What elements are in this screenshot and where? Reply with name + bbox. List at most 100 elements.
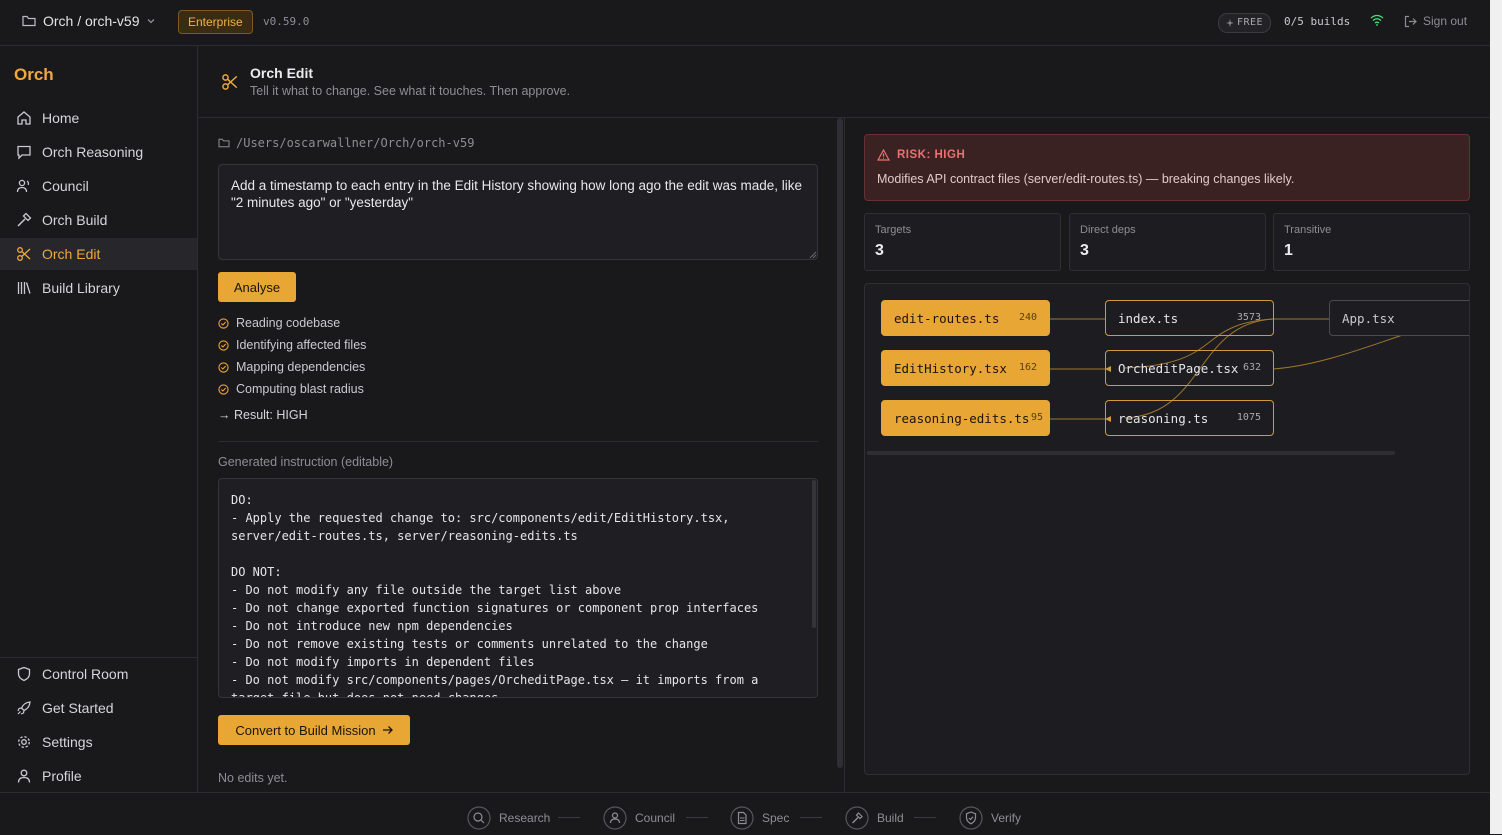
analysis-step: Reading codebase (218, 316, 340, 330)
project-path: /Users/oscarwallner/Orch/orch-v59 (218, 136, 474, 150)
sidebar-item-get-started[interactable]: Get Started (0, 692, 197, 724)
risk-level: RISK: HIGH (897, 149, 966, 161)
node-count: 1075 (1236, 412, 1261, 423)
page-title: Orch Edit (250, 65, 314, 81)
check-circle-icon (218, 317, 229, 329)
graph-node-target[interactable]: reasoning-edits.ts 95 (881, 400, 1050, 436)
sign-out-button[interactable]: Sign out (1404, 14, 1467, 28)
chat-icon (16, 144, 32, 160)
plan-badge: Enterprise (178, 10, 253, 34)
edit-history-empty: No edits yet. (218, 771, 288, 785)
sidebar-item-build-library[interactable]: Build Library (0, 272, 197, 304)
resize-handle-icon[interactable] (809, 251, 817, 259)
sidebar-item-label: Build Library (42, 280, 120, 296)
node-name: edit-routes.ts (894, 310, 1000, 326)
tier-label: FREE (1237, 17, 1264, 28)
analyse-button[interactable]: Analyse (218, 272, 296, 302)
pipeline-bar: Research Council Spec Build Verify (0, 792, 1490, 835)
risk-banner: RISK: HIGH Modifies API contract files (… (864, 134, 1470, 201)
pipeline-connector (686, 817, 708, 818)
instruction-line (231, 545, 805, 563)
pipeline-step-label: Research (499, 811, 551, 825)
instruction-line: - Do not change exported function signat… (231, 601, 759, 615)
pipeline-step-verify[interactable]: Verify (959, 806, 1021, 830)
instruction-line: - Do not modify src/components/pages/Orc… (231, 673, 759, 687)
node-name: OrcheditPage.tsx (1118, 360, 1239, 376)
graph-node-dependency[interactable]: index.ts 3573 (1105, 300, 1274, 336)
tier-badge: FREE (1218, 13, 1272, 33)
stat-label: Targets (875, 224, 912, 236)
sidebar: Orch Home Orch Reasoning Council Orch Bu… (0, 46, 198, 792)
editor-scrollbar[interactable] (812, 480, 816, 628)
wifi-icon (1370, 14, 1384, 26)
graph-scrollbar[interactable] (867, 451, 1395, 455)
dependency-graph[interactable]: edit-routes.ts 240 EditHistory.tsx 162 r… (864, 283, 1470, 775)
path-text: /Users/oscarwallner/Orch/orch-v59 (236, 136, 475, 150)
node-name: index.ts (1118, 310, 1179, 326)
step-label: Computing blast radius (236, 382, 364, 396)
sidebar-item-profile[interactable]: Profile (0, 760, 197, 792)
window-scrollbar[interactable] (1490, 0, 1502, 834)
convert-to-build-mission-button[interactable]: Convert to Build Mission (218, 715, 410, 745)
sidebar-item-orch-edit[interactable]: Orch Edit (0, 238, 197, 270)
pipeline-step-label: Spec (762, 811, 790, 825)
pipeline-step-research[interactable]: Research (467, 806, 550, 830)
instruction-line: - Apply the requested change to: src/com… (231, 511, 730, 525)
check-circle-icon (218, 361, 229, 373)
sidebar-item-orch-build[interactable]: Orch Build (0, 204, 197, 236)
change-request-input[interactable]: Add a timestamp to each entry in the Edi… (218, 164, 818, 260)
sidebar-item-settings[interactable]: Settings (0, 726, 197, 758)
check-circle-icon (218, 339, 229, 351)
pipeline-step-council[interactable]: Council (603, 806, 675, 830)
panel-scrollbar[interactable] (837, 118, 843, 768)
section-divider (218, 441, 818, 442)
pipeline-connector (558, 817, 580, 818)
stat-value: 3 (1080, 242, 1089, 259)
pipeline-step-spec[interactable]: Spec (730, 806, 789, 830)
sidebar-item-home[interactable]: Home (0, 102, 197, 134)
pipeline-step-label: Verify (991, 811, 1022, 825)
hammer-icon (16, 212, 32, 228)
node-count: 240 (1018, 312, 1037, 323)
check-circle-icon (218, 383, 229, 395)
instruction-line: - Do not introduce new npm dependencies (231, 619, 513, 633)
home-icon (16, 110, 32, 126)
instruction-line: - Do not modify imports in dependent fil… (231, 655, 535, 669)
arrow-right-icon (382, 725, 393, 735)
risk-description: Modifies API contract files (server/edit… (877, 172, 1295, 186)
users-icon (603, 806, 627, 830)
convert-label: Convert to Build Mission (235, 722, 376, 738)
library-icon (16, 280, 32, 296)
builds-counter: 0/5 builds (1284, 15, 1351, 28)
users-icon (16, 178, 32, 194)
graph-node-target[interactable]: EditHistory.tsx 162 (881, 350, 1050, 386)
sidebar-item-control-room[interactable]: Control Room (0, 658, 197, 690)
node-name: reasoning.ts (1118, 410, 1209, 426)
graph-node-transitive[interactable]: App.tsx (1329, 300, 1469, 336)
page-header: Orch Edit Tell it what to change. See wh… (198, 46, 1490, 118)
node-count: 162 (1018, 362, 1037, 373)
scissors-icon (16, 246, 32, 262)
step-label: Reading codebase (236, 316, 341, 330)
rocket-icon (16, 700, 32, 716)
pipeline-step-build[interactable]: Build (845, 806, 904, 830)
graph-node-dependency[interactable]: reasoning.ts 1075 (1105, 400, 1274, 436)
sidebar-item-council[interactable]: Council (0, 170, 197, 202)
graph-node-target[interactable]: edit-routes.ts 240 (881, 300, 1050, 336)
step-label: Identifying affected files (236, 338, 367, 352)
top-bar: Orch / orch-v59 Enterprise v0.59.0 FREE … (0, 0, 1490, 46)
version-label: v0.59.0 (263, 15, 310, 28)
project-selector[interactable]: Orch / orch-v59 (22, 13, 156, 29)
instruction-line: - Do not remove existing tests or commen… (231, 637, 708, 651)
risk-heading: RISK: HIGH (877, 149, 965, 161)
sidebar-item-label: Settings (42, 734, 93, 750)
sidebar-item-orch-reasoning[interactable]: Orch Reasoning (0, 136, 197, 168)
sign-out-icon (1404, 15, 1417, 28)
sparkle-icon (1226, 19, 1234, 27)
generated-instruction-editor[interactable]: DO: - Apply the requested change to: src… (218, 478, 818, 698)
graph-node-dependency[interactable]: OrcheditPage.tsx 632 (1105, 350, 1274, 386)
node-count: 632 (1242, 362, 1261, 373)
folder-icon (22, 15, 36, 27)
stat-card-transitive: Transitive 1 (1273, 213, 1470, 271)
stat-card-targets: Targets 3 (864, 213, 1061, 271)
